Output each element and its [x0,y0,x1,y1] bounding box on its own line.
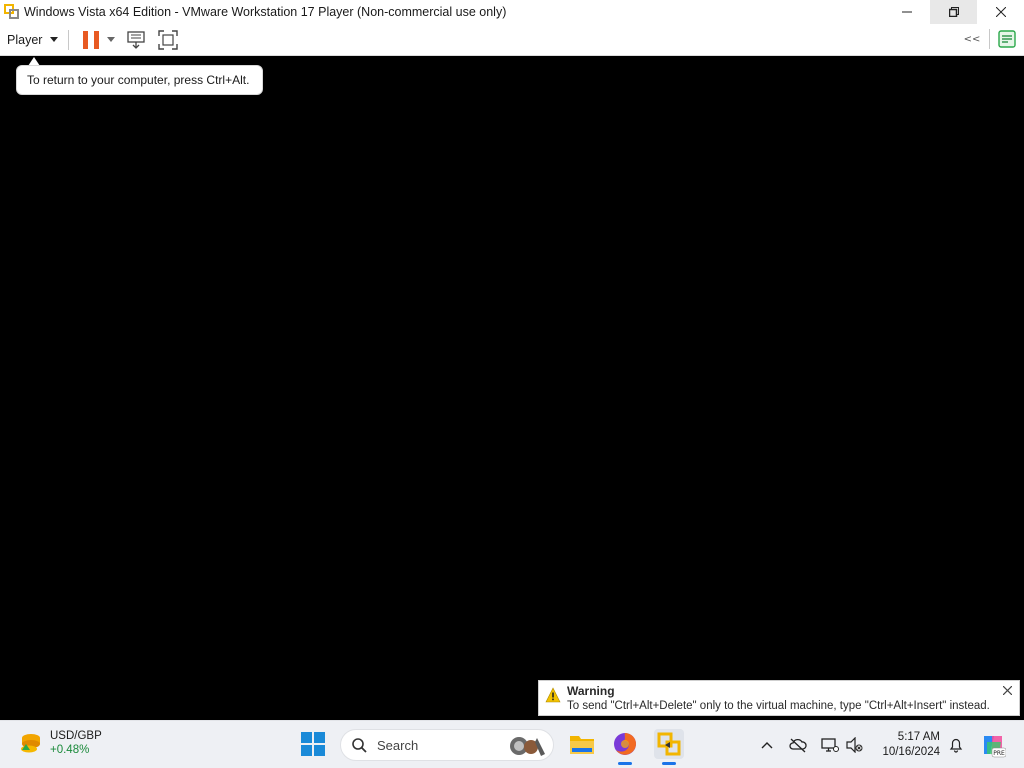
tooltip-text: To return to your computer, press Ctrl+A… [27,73,250,87]
currency-widget[interactable]: USD/GBP +0.48% [16,729,102,757]
warning-banner: Warning To send "Ctrl+Alt+Delete" only t… [538,680,1020,716]
start-button[interactable] [300,731,326,757]
currency-exchange-icon [16,729,44,757]
minimize-icon [901,11,912,13]
message-log-icon [998,30,1016,48]
search-highlight-icon [510,737,545,756]
vmware-player-taskbar-button[interactable] [654,729,684,765]
chevron-up-icon [761,742,773,749]
taskbar-clock[interactable]: 5:17 AM 10/16/2024 [882,730,940,760]
close-icon [1002,685,1012,695]
network-icon [821,738,839,752]
onedrive-tray-button[interactable] [788,735,808,755]
title-bar: Windows Vista x64 Edition - VMware Works… [0,0,1024,24]
search-placeholder: Search [377,737,419,753]
player-menu-label: Player [7,32,43,47]
folder-icon [570,736,594,754]
player-toolbar: Player << [0,24,1024,56]
close-button[interactable] [977,0,1024,24]
warning-close-button[interactable] [1001,684,1013,696]
search-icon [352,738,367,753]
speaker-muted-icon [846,737,863,753]
message-log-button[interactable] [996,28,1018,50]
toolbar-divider [989,29,990,49]
show-hidden-icons-button[interactable] [757,735,777,755]
vm-display[interactable] [0,57,1024,720]
file-explorer-button[interactable] [567,729,597,759]
toolbar-divider [68,29,70,50]
minimize-button[interactable] [883,0,930,24]
restore-icon [948,7,959,17]
warning-title: Warning [567,684,615,698]
taskbar-search[interactable]: Search [340,729,554,761]
restore-button[interactable] [930,0,977,24]
send-ctrl-alt-del-button[interactable] [125,29,147,51]
pause-button[interactable] [83,30,100,49]
copilot-button[interactable]: PRE [980,732,1007,758]
full-screen-button[interactable] [157,29,179,51]
vmware-player-icon [657,732,681,756]
windows-taskbar: USD/GBP +0.48% Search 5:17 AM 10/16/2024… [0,720,1024,768]
close-icon [995,7,1006,17]
vmware-player-icon [3,3,21,21]
window-title: Windows Vista x64 Edition - VMware Works… [24,5,507,19]
notifications-button[interactable] [946,735,966,755]
copilot-icon: PRE [984,736,1007,758]
power-options-dropdown[interactable] [107,37,116,42]
clock-date: 10/16/2024 [882,746,940,758]
player-menu-button[interactable]: Player [7,28,59,52]
warning-message: To send "Ctrl+Alt+Delete" only to the vi… [567,700,990,712]
firefox-button[interactable] [610,729,640,765]
widget-title: USD/GBP [50,730,102,742]
release-input-tooltip: To return to your computer, press Ctrl+A… [16,65,263,95]
network-tray-button[interactable] [820,735,840,755]
collapse-toolbar-button[interactable]: << [961,28,983,50]
toolbar-right: << [961,28,1018,50]
widget-value: +0.48% [50,744,90,756]
volume-tray-button[interactable] [845,735,865,755]
cloud-off-icon [789,738,807,753]
warning-icon [545,687,561,703]
windows-logo-icon [301,732,325,756]
chevron-down-icon [50,37,59,42]
send-keys-icon [127,30,146,49]
copilot-preview-badge: PRE [993,750,1005,757]
clock-time: 5:17 AM [897,731,940,743]
window-controls [883,0,1024,24]
bell-icon [949,738,963,753]
firefox-icon [614,733,636,755]
pause-icon [83,30,89,49]
full-screen-icon [158,29,179,50]
